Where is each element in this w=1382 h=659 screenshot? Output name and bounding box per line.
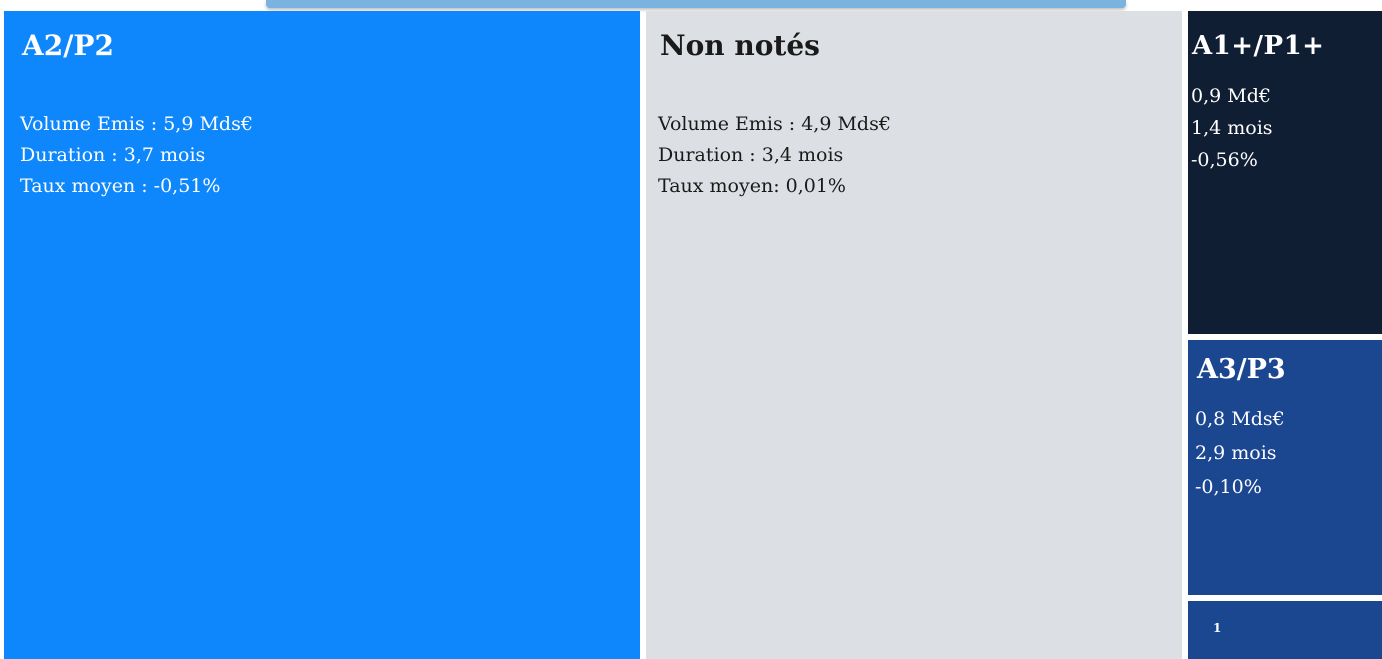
- tile-title: A1+/P1+: [1192, 31, 1325, 61]
- tile-details: Volume Emis : 5,9 Mds€ Duration : 3,7 mo…: [20, 109, 253, 202]
- tile-non-notes[interactable]: Non notés Volume Emis : 4,9 Mds€ Duratio…: [646, 11, 1182, 659]
- rate-label: Taux moyen : -0,51%: [20, 175, 221, 197]
- rate-label: -0,56%: [1191, 149, 1258, 171]
- duration-label: Duration : 3,4 mois: [658, 144, 844, 166]
- tile-title: Non notés: [660, 29, 820, 62]
- rate-label: Taux moyen: 0,01%: [658, 175, 846, 197]
- duration-label: 1,4 mois: [1191, 117, 1273, 139]
- volume-label: 0,9 Md€: [1191, 85, 1271, 107]
- tile-a3-p3[interactable]: A3/P3 0,8 Mds€ 2,9 mois -0,10%: [1188, 340, 1382, 595]
- tile-a1plus-p1plus[interactable]: A1+/P1+ 0,9 Md€ 1,4 mois -0,56%: [1188, 11, 1382, 334]
- tile-details: 0,8 Mds€ 2,9 mois -0,10%: [1195, 402, 1285, 504]
- duration-label: 2,9 mois: [1195, 442, 1277, 464]
- tile-title: 1: [1213, 621, 1222, 635]
- rate-label: -0,10%: [1195, 476, 1262, 498]
- top-decorative-bar: [266, 0, 1126, 8]
- volume-label: Volume Emis : 5,9 Mds€: [20, 113, 253, 135]
- duration-label: Duration : 3,7 mois: [20, 144, 206, 166]
- tile-a2-p2[interactable]: A2/P2 Volume Emis : 5,9 Mds€ Duration : …: [4, 11, 640, 659]
- volume-label: Volume Emis : 4,9 Mds€: [658, 113, 891, 135]
- tile-details: Volume Emis : 4,9 Mds€ Duration : 3,4 mo…: [658, 109, 891, 202]
- tile-details: 0,9 Md€ 1,4 mois -0,56%: [1191, 80, 1273, 176]
- tile-title: A3/P3: [1197, 354, 1286, 385]
- tile-small-1[interactable]: 1: [1188, 601, 1382, 659]
- tile-title: A2/P2: [22, 29, 114, 62]
- volume-label: 0,8 Mds€: [1195, 408, 1285, 430]
